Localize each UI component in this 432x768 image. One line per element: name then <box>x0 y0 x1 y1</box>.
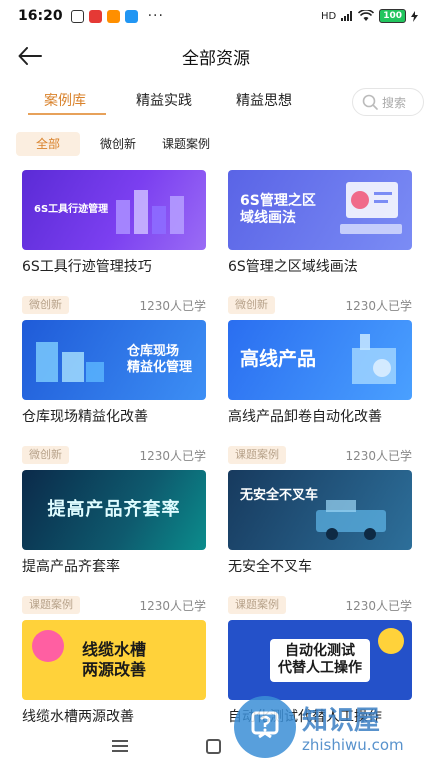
category-badge: 微创新 <box>228 296 275 314</box>
resource-card[interactable]: 微创新 1230人已学 提高产品齐套率 提高产品齐套率 <box>22 444 206 576</box>
resource-card[interactable]: 课题案例 1230人已学 线缆水槽 两源改善 线缆水槽两源改善 <box>22 594 206 726</box>
card-thumbnail: 无安全不叉车 <box>228 470 412 550</box>
megaphone-illustration <box>32 630 64 662</box>
page-title: 全部资源 <box>182 49 250 69</box>
filter-micro-innovation[interactable]: 微创新 <box>100 132 136 156</box>
resource-card[interactable]: 微创新 1230人已学 高线产品 高线产品卸卷自动化改善 <box>228 294 412 426</box>
card-title: 自动化测试代替人工操作 <box>228 709 382 725</box>
card-thumbnail: 高线产品 <box>228 320 412 400</box>
status-time: 16:20 <box>18 8 63 24</box>
status-bar: 16:20 ··· HD 100 <box>0 0 432 32</box>
thumbnail-caption: 仓库现场 精益化管理 <box>126 343 192 375</box>
app-notification-icon <box>70 9 84 23</box>
card-title: 无安全不叉车 <box>228 559 312 575</box>
signal-icon <box>341 11 353 21</box>
dashboard-illustration <box>340 182 402 234</box>
search-placeholder: 搜索 <box>382 95 407 110</box>
learner-count: 1230人已学 <box>345 298 412 313</box>
card-title: 仓库现场精益化改善 <box>22 409 148 425</box>
filter-topic-case[interactable]: 课题案例 <box>162 132 210 156</box>
category-badge: 微创新 <box>22 296 69 314</box>
search-input[interactable]: 搜索 <box>352 88 424 116</box>
learner-count: 1230人已学 <box>139 448 206 463</box>
card-thumbnail: 6S管理之区 域线画法 <box>228 170 412 250</box>
resource-card[interactable]: 课题案例 1230人已学 自动化测试 代替人工操作 自动化测试代替人工操作 <box>228 594 412 726</box>
app-notification-icon <box>124 9 138 23</box>
card-meta: 微创新 1230人已学 <box>22 294 206 316</box>
thumbnail-caption: 线缆水槽 两源改善 <box>81 640 146 679</box>
wifi-icon <box>358 10 375 21</box>
thumbnail-caption: 自动化测试 代替人工操作 <box>270 638 370 682</box>
resource-card[interactable]: 微创新 1230人已学 仓库现场 精益化管理 仓库现场精益化改善 <box>22 294 206 426</box>
app-notification-icon <box>106 9 120 23</box>
tab-lean-practice[interactable]: 精益实践 <box>136 90 192 110</box>
card-meta: 课题案例 1230人已学 <box>228 444 412 466</box>
mail-notification-icon <box>88 9 102 23</box>
resource-card[interactable]: 6S工具行迹管理 6S工具行迹管理技巧 <box>22 170 206 276</box>
card-meta: 课题案例 1230人已学 <box>228 594 412 616</box>
thumbnail-caption: 6S管理之区 域线画法 <box>240 192 316 227</box>
card-title: 6S工具行迹管理技巧 <box>22 259 152 275</box>
card-meta: 微创新 1230人已学 <box>22 444 206 466</box>
system-indicators: HD 100 <box>321 9 418 23</box>
card-meta: 课题案例 1230人已学 <box>22 594 206 616</box>
card-thumbnail: 仓库现场 精益化管理 <box>22 320 206 400</box>
system-nav-bar <box>0 728 432 768</box>
charging-icon <box>411 10 418 22</box>
thumbnail-caption: 提高产品齐套率 <box>47 498 181 520</box>
card-title: 线缆水槽两源改善 <box>22 709 134 725</box>
card-meta: 微创新 1230人已学 <box>228 294 412 316</box>
forklift-illustration <box>316 500 386 540</box>
thumbnail-caption: 高线产品 <box>240 348 317 371</box>
tab-bar: 案例库 精益实践 精益思想 搜索 <box>0 86 432 120</box>
category-badge: 课题案例 <box>228 596 286 614</box>
isometric-illustration <box>116 190 184 234</box>
card-thumbnail: 提高产品齐套率 <box>22 470 206 550</box>
factory-illustration <box>352 334 396 384</box>
battery-icon: 100 <box>379 9 406 23</box>
resource-card[interactable]: 6S管理之区 域线画法 6S管理之区域线画法 <box>228 170 412 276</box>
network-label: HD <box>320 10 337 22</box>
thumbnail-caption: 6S工具行迹管理 <box>34 203 109 215</box>
card-thumbnail: 自动化测试 代替人工操作 <box>228 620 412 700</box>
menu-icon[interactable] <box>112 740 128 752</box>
filter-all[interactable]: 全部 <box>16 132 81 156</box>
thumbnail-caption: 无安全不叉车 <box>240 488 319 503</box>
badge-illustration <box>378 628 404 654</box>
learner-count: 1230人已学 <box>139 598 206 613</box>
card-title: 高线产品卸卷自动化改善 <box>228 409 382 425</box>
card-title: 6S管理之区域线画法 <box>228 259 358 275</box>
category-badge: 课题案例 <box>228 446 286 464</box>
learner-count: 1230人已学 <box>345 598 412 613</box>
tab-lean-thinking[interactable]: 精益思想 <box>236 90 292 110</box>
search-icon <box>362 94 378 110</box>
warehouse-illustration <box>36 342 104 382</box>
card-thumbnail: 6S工具行迹管理 <box>22 170 206 250</box>
card-title: 提高产品齐套率 <box>22 559 120 575</box>
home-button-icon[interactable] <box>206 739 221 754</box>
resource-card[interactable]: 课题案例 1230人已学 无安全不叉车 无安全不叉车 <box>228 444 412 576</box>
active-tab-indicator <box>28 113 106 115</box>
category-badge: 微创新 <box>22 446 69 464</box>
learner-count: 1230人已学 <box>345 448 412 463</box>
category-badge: 课题案例 <box>22 596 80 614</box>
more-notifications-icon: ··· <box>147 8 164 24</box>
page-header: 全部资源 <box>0 38 432 74</box>
card-thumbnail: 线缆水槽 两源改善 <box>22 620 206 700</box>
learner-count: 1230人已学 <box>139 298 206 313</box>
tab-case-library[interactable]: 案例库 <box>44 90 86 110</box>
notification-icons <box>70 9 138 23</box>
